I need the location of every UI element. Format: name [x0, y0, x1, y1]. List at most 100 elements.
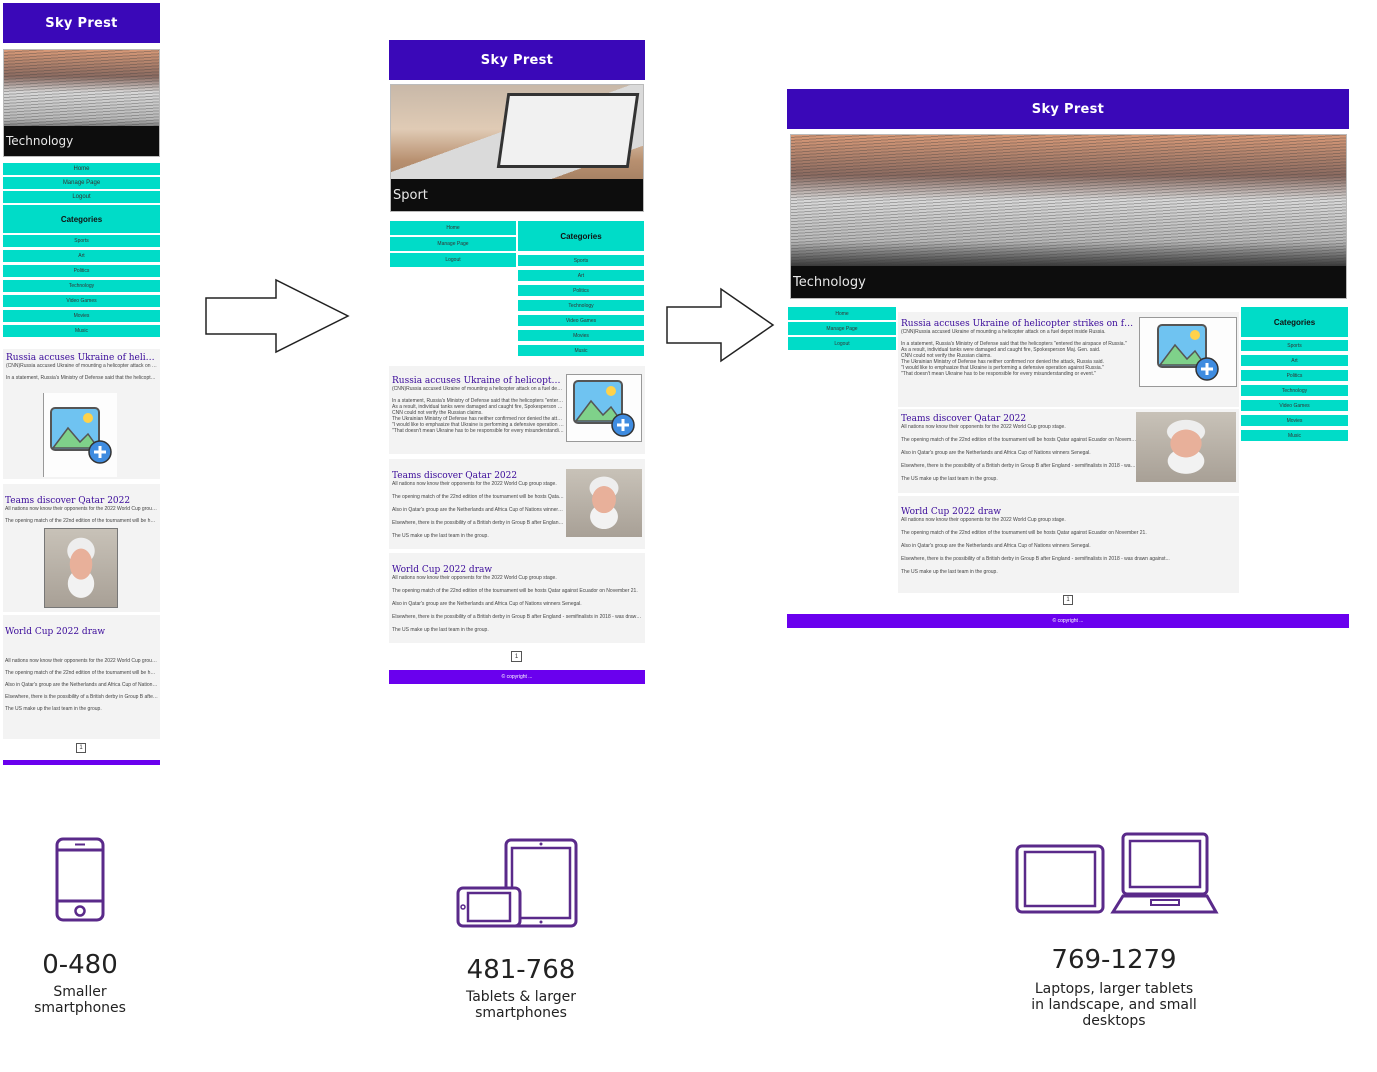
nav-home[interactable]: Home	[788, 307, 896, 320]
category-music[interactable]: Music	[3, 325, 160, 337]
article-title[interactable]: Teams discover Qatar 2022	[5, 496, 158, 506]
category-label: Art	[78, 253, 85, 259]
hero-image: Sport	[390, 84, 644, 212]
device-label: 481-768 Tablets & larger smartphones	[446, 955, 596, 1021]
device-label: 769-1279 Laptops, larger tablets in land…	[1024, 945, 1204, 1029]
pagination-label: 1	[1066, 597, 1070, 603]
tablet-and-laptop-icon	[1015, 832, 1219, 914]
article-title[interactable]: Teams discover Qatar 2022	[392, 471, 564, 481]
nav-home-label: Home	[73, 166, 90, 172]
category-politics[interactable]: Politics	[3, 265, 160, 277]
category-movies[interactable]: Movies	[518, 330, 644, 341]
pagination-page[interactable]: 1	[76, 743, 86, 753]
article-card[interactable]: Teams discover Qatar 2022 All nations no…	[898, 409, 1239, 493]
article-card[interactable]: Russia accuses Ukraine of helicopter str…	[389, 366, 645, 454]
category-sports[interactable]: Sports	[518, 255, 644, 266]
tablet-and-phone-icon	[456, 838, 578, 928]
nav-manage-page[interactable]: Manage Page	[3, 177, 160, 189]
category-movies[interactable]: Movies	[3, 310, 160, 322]
article-card[interactable]: Teams discover Qatar 2022 All nations no…	[389, 459, 645, 549]
device-description-line: in landscape, and small	[1031, 997, 1197, 1013]
site-header: Sky Prest	[787, 89, 1349, 129]
nav-manage-page[interactable]: Manage Page	[390, 237, 516, 251]
article-card[interactable]: Teams discover Qatar 2022 All nations no…	[3, 484, 160, 612]
categories-title: Categories	[1273, 317, 1316, 327]
category-label: Video Games	[565, 317, 597, 324]
article-card[interactable]: World Cup 2022 draw All nations now know…	[389, 553, 645, 643]
category-technology[interactable]: Technology	[3, 280, 160, 292]
category-video-games[interactable]: Video Games	[1241, 400, 1348, 411]
categories-sidebar: Categories Sports Art Politics Technolog…	[1241, 307, 1348, 445]
site-title[interactable]: Sky Prest	[1032, 102, 1104, 117]
nav-logout-label: Logout	[834, 340, 850, 347]
category-movies[interactable]: Movies	[1241, 415, 1348, 426]
category-label: Art	[577, 272, 585, 279]
device-description-line: Laptops, larger tablets	[1034, 981, 1194, 997]
article-line: The opening match of the 22nd edition of…	[392, 494, 564, 500]
article-title[interactable]: World Cup 2022 draw	[5, 627, 158, 637]
mobile-layout: Sky Prest Technology Home Manage Page Lo…	[3, 3, 160, 765]
nav-manage-label: Manage Page	[62, 180, 101, 186]
category-technology[interactable]: Technology	[1241, 385, 1348, 396]
article-line: In a statement, Russia's Ministry of Def…	[6, 375, 157, 380]
article-photo	[566, 469, 642, 537]
device-description-line: Smaller	[53, 984, 107, 1000]
article-title[interactable]: Russia accuses Ukraine of helicopter str…	[901, 319, 1137, 329]
article-line: Also in Qatar's group are the Netherland…	[901, 450, 1091, 456]
nav-logout[interactable]: Logout	[3, 191, 160, 203]
category-video-games[interactable]: Video Games	[518, 315, 644, 326]
article-card[interactable]: Russia accuses Ukraine of helicopter str…	[3, 349, 160, 479]
article-line: Elsewhere, there is the possibility of a…	[901, 463, 1137, 469]
nav-home[interactable]: Home	[3, 163, 160, 175]
category-label: Sports	[573, 257, 589, 264]
article-title[interactable]: World Cup 2022 draw	[901, 507, 1236, 517]
smartphone-icon	[55, 837, 105, 922]
article-image-placeholder	[43, 393, 117, 477]
article-photo	[1136, 412, 1236, 482]
nav-manage-page[interactable]: Manage Page	[788, 322, 896, 335]
device-description-line: desktops	[1082, 1013, 1146, 1029]
article-title[interactable]: Russia accuses Ukraine of helicopter str…	[392, 376, 564, 386]
hero-image: Technology	[790, 134, 1347, 299]
category-label: Video Games	[66, 298, 97, 304]
category-music[interactable]: Music	[1241, 430, 1348, 441]
category-politics[interactable]: Politics	[1241, 370, 1348, 381]
article-line: The US make up the last team in the grou…	[392, 627, 489, 633]
device-label: 0-480 Smaller smartphones	[10, 950, 150, 1016]
right-arrow-icon	[666, 287, 775, 363]
article-card[interactable]: World Cup 2022 draw All nations now know…	[898, 496, 1239, 593]
nav-logout[interactable]: Logout	[788, 337, 896, 350]
device-description: Tablets & larger smartphones	[446, 989, 596, 1021]
category-art[interactable]: Art	[3, 250, 160, 262]
category-art[interactable]: Art	[518, 270, 644, 281]
article-title[interactable]: Russia accuses Ukraine of helicopter str…	[6, 353, 157, 363]
site-title[interactable]: Sky Prest	[481, 53, 553, 68]
site-title[interactable]: Sky Prest	[45, 16, 117, 31]
article-card[interactable]: World Cup 2022 draw All nations now know…	[3, 615, 160, 739]
category-technology[interactable]: Technology	[518, 300, 644, 311]
category-politics[interactable]: Politics	[518, 285, 644, 296]
article-card[interactable]: Russia accuses Ukraine of helicopter str…	[898, 312, 1239, 407]
pagination-page[interactable]: 1	[1063, 595, 1073, 605]
article-line: (CNN)Russia accused Ukraine of mounting …	[392, 386, 564, 392]
nav-logout[interactable]: Logout	[390, 253, 516, 267]
article-line: The opening match of the 22nd edition of…	[901, 530, 1147, 536]
device-description-line: Tablets & larger	[465, 989, 577, 1005]
article-image-placeholder	[566, 374, 642, 442]
category-video-games[interactable]: Video Games	[3, 295, 160, 307]
category-sports[interactable]: Sports	[3, 235, 160, 247]
article-line: All nations now know their opponents for…	[392, 481, 557, 487]
hero-image: Technology	[3, 49, 160, 157]
article-line: All nations now know their opponents for…	[5, 506, 158, 512]
article-title[interactable]: Teams discover Qatar 2022	[901, 414, 1137, 424]
article-line: Elsewhere, there is the possibility of a…	[392, 520, 564, 526]
nav-home[interactable]: Home	[390, 221, 516, 235]
pagination-page[interactable]: 1	[511, 651, 522, 662]
categories-list: Sports Art Politics Technology Video Gam…	[3, 235, 160, 337]
device-description: Laptops, larger tablets in landscape, an…	[1024, 981, 1204, 1029]
category-art[interactable]: Art	[1241, 355, 1348, 366]
article-title[interactable]: World Cup 2022 draw	[392, 565, 642, 575]
category-label: Movies	[573, 332, 589, 339]
category-sports[interactable]: Sports	[1241, 340, 1348, 351]
category-music[interactable]: Music	[518, 345, 644, 356]
